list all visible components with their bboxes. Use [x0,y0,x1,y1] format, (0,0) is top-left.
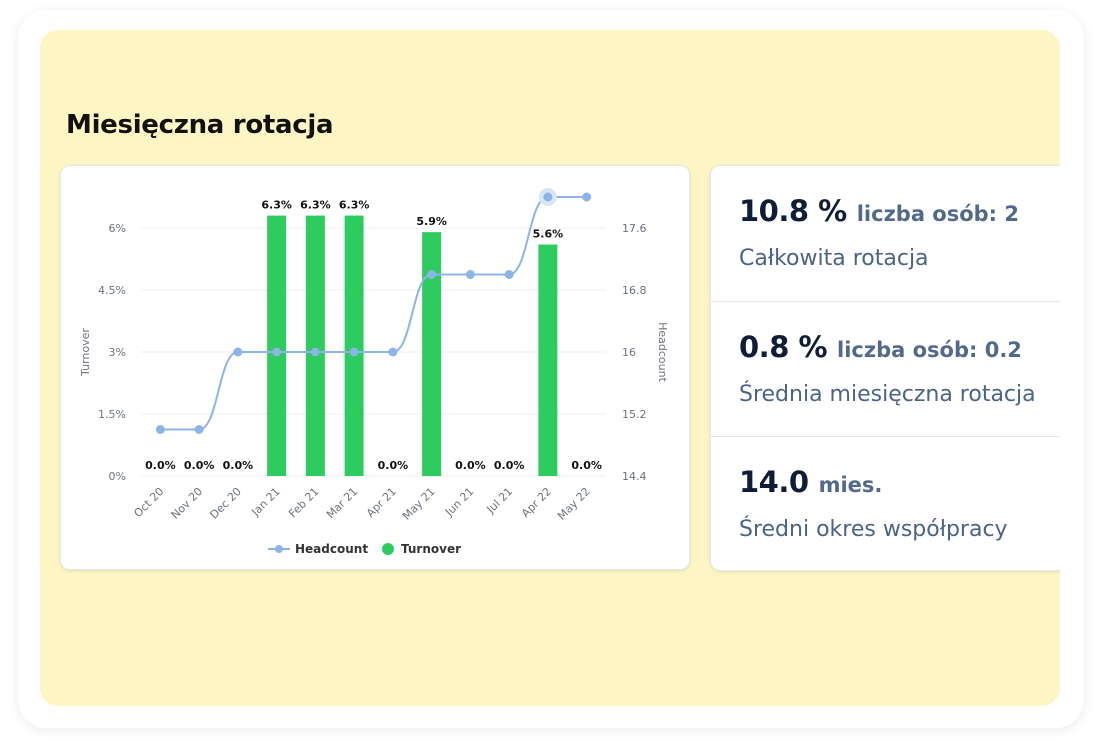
x-tick-label: Dec 20 [207,485,244,522]
headcount-point [272,347,282,357]
y2-axis-title: Headcount [656,322,669,382]
legend-headcount-marker [275,545,283,553]
bar-data-label: 0.0% [145,459,176,472]
x-tick-label: May 22 [555,485,593,523]
headcount-point [194,425,204,434]
bar-data-label: 0.0% [455,459,486,472]
stat-average-monthly-turnover: 0.8 % liczba osób: 0.2 Średnia miesięczna… [711,301,1060,436]
turnover-bar [267,215,287,476]
stat-value: 14.0 [739,465,809,499]
chart-card: 0% 1.5% 3% 4.5% 6% 14.4 15.2 16 16.8 17.6 Turnover… [60,165,690,570]
stat-people-count: liczba osób: 2 [856,202,1020,226]
bar-data-label: 6.3% [339,199,370,212]
headcount-point [310,347,320,357]
headcount-point [582,192,592,202]
bar-data-label: 6.3% [300,199,331,212]
stat-value: 10.8 % [739,194,847,228]
x-tick-label: Jun 21 [442,485,476,519]
legend-turnover-label: Turnover [401,542,461,556]
x-tick-label: Apr 21 [364,485,399,520]
x-tick-label: Feb 21 [286,485,321,520]
y-tick-label: 4.5% [98,284,126,297]
headcount-point [233,347,243,357]
stat-value: 0.8 % [739,330,828,364]
y-tick-label: 6% [109,222,126,235]
bar-data-label: 5.9% [416,215,447,228]
stat-total-turnover: 10.8 % liczba osób: 2 Całkowita rotacja [711,166,1060,301]
y-tick-label: 0% [109,470,126,483]
bar-data-label: 5.6% [533,228,564,241]
stat-label: Średni okres współpracy [739,517,1008,542]
headcount-point [543,192,553,202]
turnover-chart: 0% 1.5% 3% 4.5% 6% 14.4 15.2 16 16.8 17.6 Turnover… [79,188,669,556]
headcount-point [349,347,359,357]
headcount-point [427,270,437,279]
stat-unit: mies. [818,473,883,497]
x-tick-label: Apr 22 [519,485,554,520]
y-tick-label: 1.5% [98,408,126,421]
turnover-bar [344,215,364,476]
turnover-bar [538,244,558,476]
y2-tick-label: 14.4 [622,470,647,483]
turnover-bar [422,232,442,476]
panel-title: Miesięczna rotacja [66,110,334,140]
stat-label: Średnia miesięczna rotacja [739,382,1036,407]
x-tick-label: Jan 21 [248,485,282,519]
y2-tick-label: 17.6 [622,222,647,235]
x-tick-label: May 21 [400,485,438,523]
legend-headcount-label: Headcount [295,542,368,556]
bar-data-label: 0.0% [494,459,525,472]
x-tick-label: Jul 21 [484,485,516,517]
stat-people-count: liczba osób: 0.2 [837,338,1022,362]
x-tick-label: Oct 20 [131,485,166,520]
headcount-line [160,196,587,431]
stat-label: Całkowita rotacja [739,246,929,271]
stats-card: 10.8 % liczba osób: 2 Całkowita rotacja 0… [710,165,1060,571]
bar-data-label: 0.0% [378,459,409,472]
y-axis-title: Turnover [79,328,92,377]
turnover-bar [305,215,325,476]
x-tick-label: Mar 21 [324,485,360,521]
y2-tick-label: 16.8 [622,284,647,297]
bar-data-label: 0.0% [571,459,602,472]
x-tick-label: Nov 20 [168,485,205,522]
bar-data-label: 0.0% [223,459,254,472]
bar-data-label: 6.3% [261,199,292,212]
turnover-panel: Miesięczna rotacja 0% 1.5% 3% 4.5% 6% 14.4 15.… [40,30,1060,706]
headcount-point [155,425,165,434]
y2-tick-label: 15.2 [622,408,647,421]
y-tick-label: 3% [109,346,126,359]
bar-data-label: 0.0% [184,459,215,472]
headcount-point [465,270,475,279]
legend-turnover-marker [382,543,394,555]
headcount-point [504,270,514,279]
headcount-point [388,347,398,357]
y2-tick-label: 16 [622,346,636,359]
stat-average-tenure: 14.0 mies. Średni okres współpracy [711,436,1060,570]
